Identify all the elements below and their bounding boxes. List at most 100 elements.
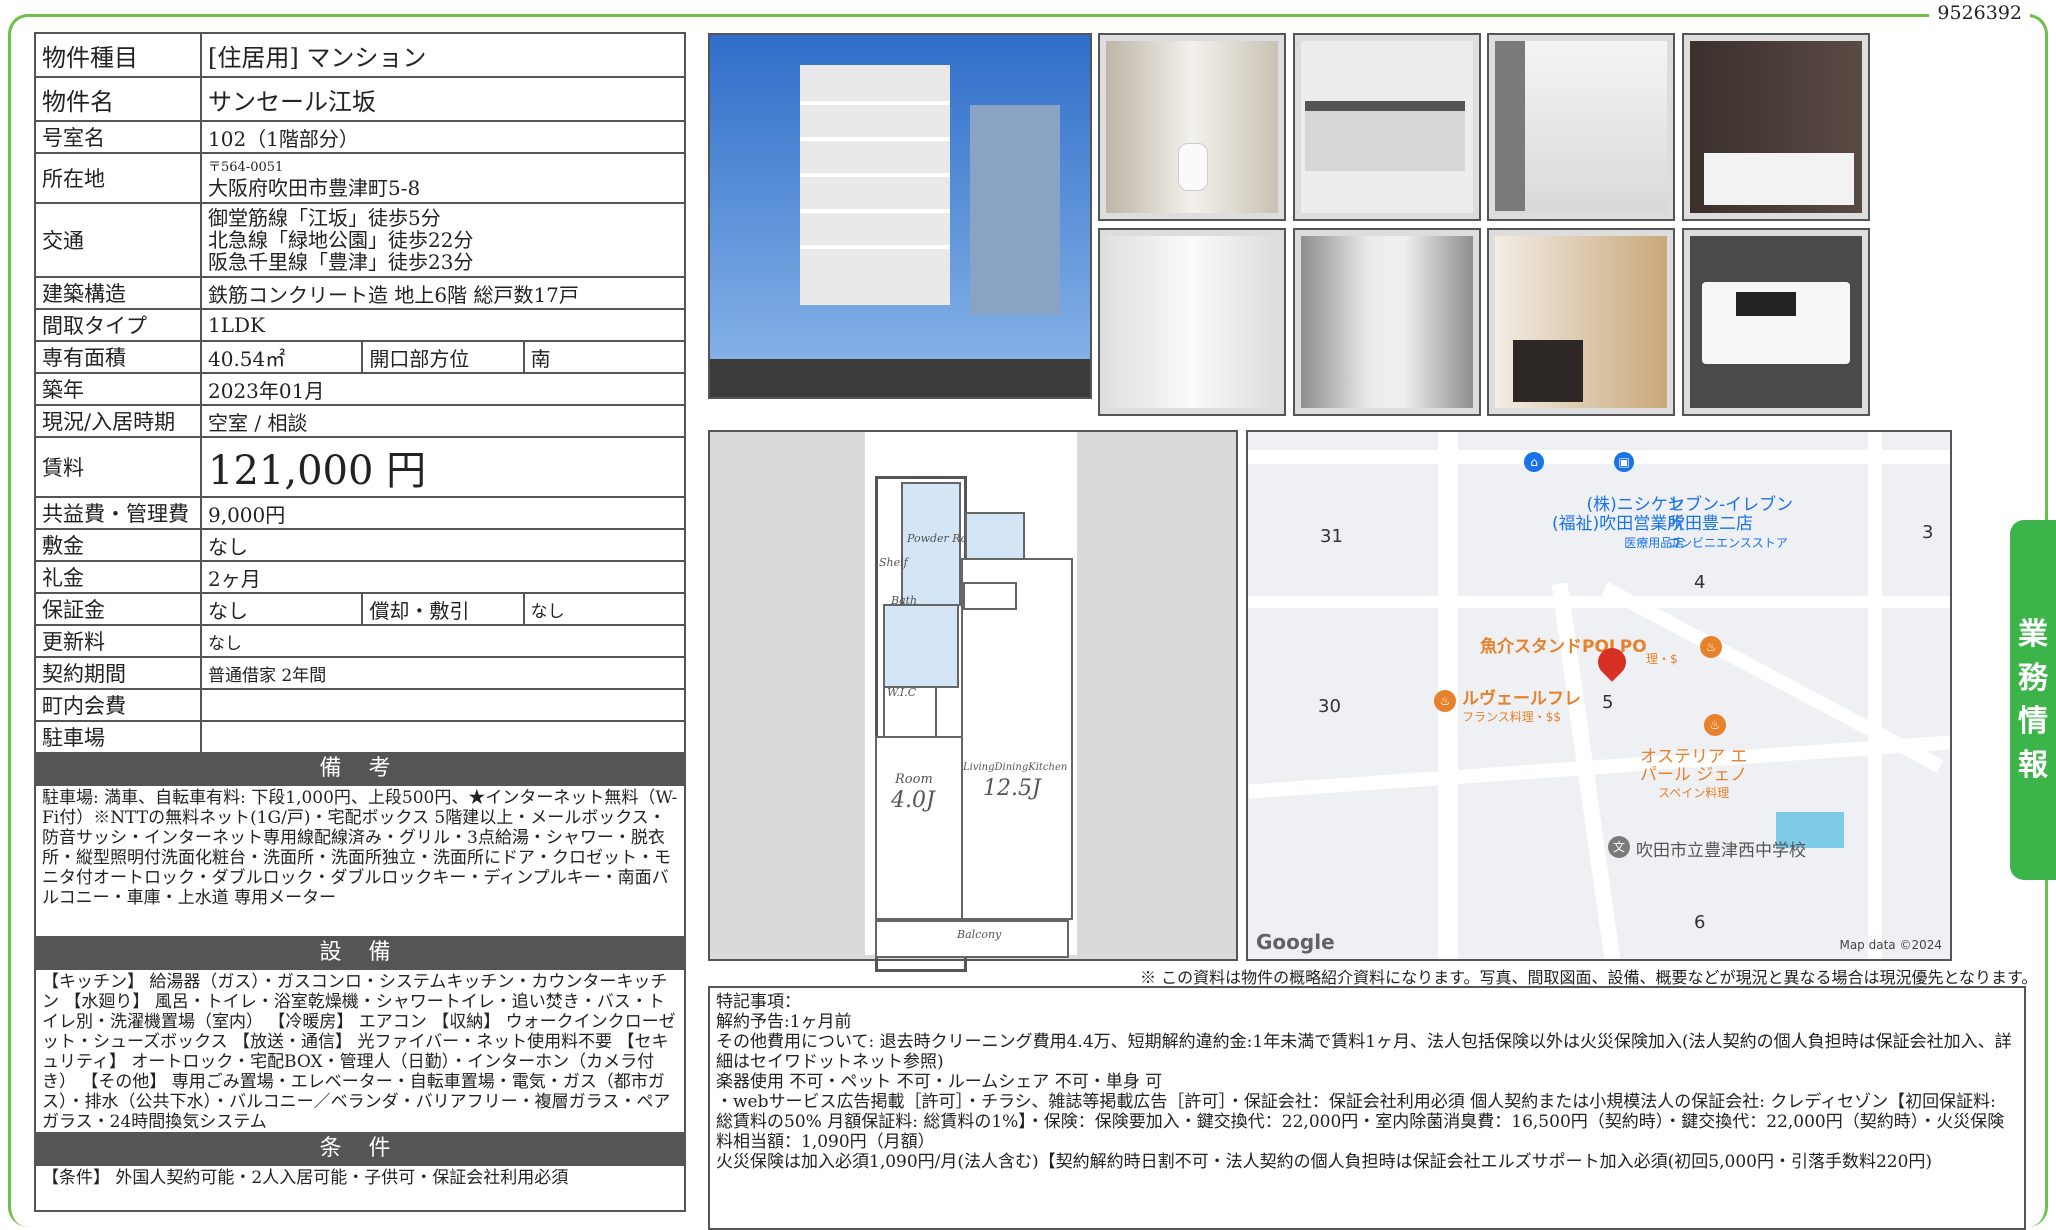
block-30: 30 [1318,696,1341,717]
special-line: 特記事項： [716,992,801,1012]
shop-pin-icon[interactable]: ⌂ [1524,452,1544,472]
equipment-text: 【キッチン】 給湯器（ガス）・ガスコンロ・システムキッチン・カウンターキッチン … [34,970,686,1134]
shelf-label: Shelf [879,556,908,569]
rent-label: 賃料 [34,436,202,498]
property-spec: 物件種目 [住居用] マンション 物件名 サンセール江坂 号室名 102（1階部分） … [34,32,687,1212]
special-notes: 特記事項： 解約予告:1ヶ月前 その他費用について: 退去時クリーニング費用4.… [708,986,2026,1230]
poi-luverre: ルヴェールフレ [1462,689,1581,709]
floor-plan-drawing: Powder Room Shelf Bath W.I.C Room 4.0J L… [865,432,1077,972]
amortization-value: なし [522,592,687,626]
poi-school: 吹田市立豊津西中学校 [1636,841,1806,861]
contract-value: 普通借家 2年間 [200,656,686,690]
room-value: 102（1階部分） [200,120,686,154]
poi-nishiken: (株)ニシケン [1586,495,1685,515]
facing-label: 開口部方位 [361,340,525,374]
restaurant-icon[interactable]: ♨ [1700,636,1722,658]
floor-plan[interactable]: Powder Room Shelf Bath W.I.C Room 4.0J L… [708,430,1238,972]
business-info-tab[interactable]: 業 務 情 報 [2010,520,2056,880]
parking-value [200,720,686,754]
deposit-value: なし [200,528,686,562]
amortization-label: 償却・敷引 [361,592,525,626]
disclaimer-notice: ※ この資料は物件の概略紹介資料になります。写真、間取図面、設備、概要などが現況… [1140,968,2038,987]
guarantee-label: 保証金 [34,592,202,626]
rent-value: 121,000 円 [200,436,686,498]
wic-label: W.I.C [887,686,917,699]
google-logo: Google [1256,930,1335,954]
ldk-size: 12.5J [983,776,1041,801]
restaurant-icon[interactable]: ♨ [1434,690,1456,712]
transit-label: 交通 [34,202,202,278]
address-value: 大阪府吹田市豊津町5-8 [208,176,421,200]
built-label: 築年 [34,372,202,406]
area-label: 専有面積 [34,340,202,374]
transit-cell: 御堂筋線「江坂」徒歩5分 北急線「緑地公園」徒歩22分 阪急千里線「豊津」徒歩2… [200,202,686,278]
poi-seven-eleven-branch: 吹田豊二店 [1668,514,1753,534]
transit-line: 御堂筋線「江坂」徒歩5分 [208,206,441,230]
built-value: 2023年01月 [200,372,686,406]
block-3: 3 [1922,522,1934,543]
status-label: 現況/入居時期 [34,404,202,438]
conditions-title: 条 件 [34,1134,686,1166]
transit-line: 北急線「緑地公園」徒歩22分 [208,228,474,252]
living-room-photo[interactable] [1487,33,1675,221]
status-value: 空室 / 相談 [200,404,686,438]
name-value: サンセール江坂 [200,76,686,122]
layout-value: 1LDK [200,308,686,342]
corridor-photo[interactable] [1293,228,1481,416]
area-value: 40.54㎡ [199,340,364,374]
toilet-photo[interactable] [1098,33,1286,221]
tab-char: 報 [2018,747,2048,783]
equipment-title: 設 備 [34,938,686,970]
fee-label: 共益費・管理費 [34,496,202,530]
poi-nishiken-branch: (福祉)吹田営業所 [1552,514,1685,534]
parking-label: 駐車場 [34,720,202,754]
renewal-label: 更新料 [34,624,202,658]
poi-osteria: オステリア エ [1640,747,1748,767]
block-6: 6 [1694,912,1706,933]
tab-char: 業 [2018,617,2048,652]
control-panel-photo[interactable] [1682,228,1870,416]
deposit-label: 敷金 [34,528,202,562]
spec-table: 物件種目 [住居用] マンション 物件名 サンセール江坂 号室名 102（1階部分） … [34,32,687,754]
type-value: [住居用] マンション [200,32,686,78]
remarks-text: 駐車場: 満車、自転車有料: 下段1,000円、上段500円、★インターネット無… [34,786,686,938]
poi-osteria-type: スペイン料理 [1658,786,1730,800]
poi-seven-eleven-type: コンビニエンスストア [1668,536,1788,550]
document-id: 9526392 [1929,2,2030,24]
guarantee-value: なし [199,592,364,626]
ldk-label: LivingDiningKitchen [963,762,1068,773]
poi-osteria-2: パール ジェノ [1640,765,1748,785]
bath-label: Bath [891,594,918,607]
association-value [200,688,686,722]
tab-char: 務 [2018,660,2048,696]
address-label: 所在地 [34,152,202,204]
room-size: 4.0J [891,788,935,813]
fee-value: 9,000円 [200,496,686,530]
store-pin-icon[interactable]: ▣ [1614,452,1634,472]
renewal-value: なし [200,624,686,658]
room-label: 号室名 [34,120,202,154]
school-icon[interactable]: 文 [1608,836,1630,858]
bathroom-photo[interactable] [1682,33,1870,221]
washroom-photo[interactable] [1487,228,1675,416]
special-line: 解約予告:1ヶ月前 [716,1012,852,1032]
special-line: その他費用について: 退去時クリーニング費用4.4万、短期解約違約金:1年未満で… [716,1032,2012,1072]
poi-seven-eleven: セブン-イレブン [1668,495,1794,515]
hallway-photo[interactable] [1098,228,1286,416]
special-line: ・webサービス広告掲載［許可］・チラシ、雑誌等掲載広告［許可］・保証会社：保証… [716,1092,2005,1152]
key-money-value: 2ヶ月 [200,560,686,594]
remarks-title: 備 考 [34,754,686,786]
restaurant-icon[interactable]: ♨ [1704,714,1726,736]
special-line: 火災保険は加入必須1,090円/月(法人含む)【契約解約時日割不可・法人契約の個… [716,1152,1933,1172]
poi-nishiken-type: 医療用品店 [1624,536,1685,550]
address-zip: 〒564-0051 [208,160,284,175]
facing-value: 南 [522,340,687,374]
conditions-text: 【条件】 外国人契約可能・2人入居可能・子供可・保証会社利用必須 [34,1166,686,1212]
balcony-label: Balcony [957,928,1002,941]
association-label: 町内会費 [34,688,202,722]
kitchen-photo[interactable] [1293,33,1481,221]
key-money-label: 礼金 [34,560,202,594]
location-map[interactable]: 31 3 4 30 5 6 ⌂ (株)ニシケン (福祉)吹田営業所 医療用品店 … [1246,430,1952,961]
structure-label: 建築構造 [34,276,202,310]
building-exterior-photo[interactable] [708,33,1092,399]
